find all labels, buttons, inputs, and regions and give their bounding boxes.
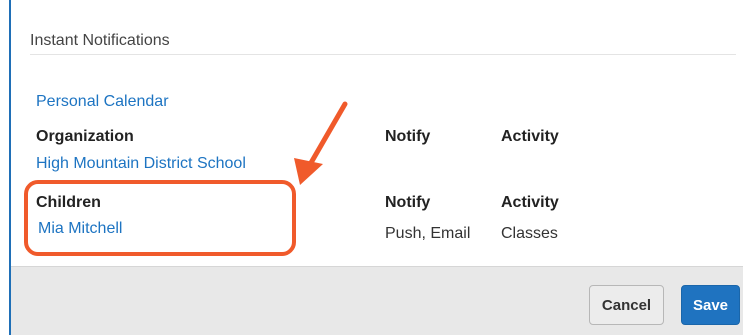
child-activity-value: Classes	[501, 225, 558, 242]
section-title: Instant Notifications	[30, 32, 170, 49]
section-divider	[30, 54, 736, 55]
annotation-highlight-box	[24, 180, 296, 256]
child-notify-value: Push, Email	[385, 225, 471, 242]
cancel-button[interactable]: Cancel	[589, 285, 664, 325]
save-button[interactable]: Save	[681, 285, 740, 325]
organization-school-link[interactable]: High Mountain District School	[36, 155, 246, 173]
annotation-arrow-shaft	[305, 101, 348, 171]
personal-calendar-link[interactable]: Personal Calendar	[36, 93, 169, 111]
organization-heading: Organization	[36, 128, 134, 145]
children-activity-heading: Activity	[501, 194, 559, 211]
children-notify-heading: Notify	[385, 194, 431, 211]
organization-notify-heading: Notify	[385, 128, 431, 145]
organization-activity-heading: Activity	[501, 128, 559, 145]
notification-settings-panel: Instant Notifications Personal Calendar …	[0, 0, 743, 335]
annotation-arrow-head	[294, 158, 323, 185]
annotation-arrow-icon	[294, 101, 348, 185]
